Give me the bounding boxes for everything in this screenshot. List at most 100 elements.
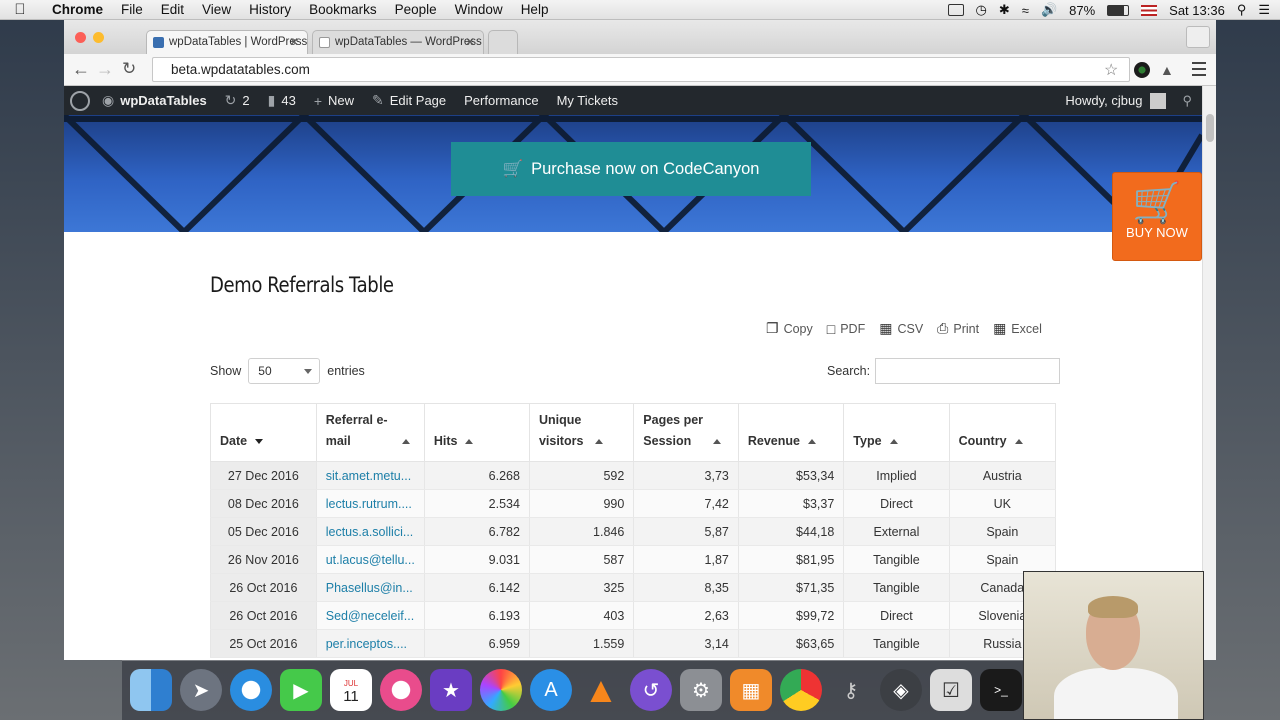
table-row[interactable]: 25 Oct 2016 per.inceptos.... 6.959 1.559 3,1… (210, 629, 1057, 658)
table-row[interactable]: 27 Dec 2016 sit.amet.metu... 6.268 592 3,73 $… (210, 461, 1057, 490)
cell-email[interactable]: lectus.rutrum.... (315, 489, 425, 518)
calculator-icon[interactable]: ▦ (730, 669, 772, 711)
flag-icon[interactable] (1141, 4, 1158, 16)
col-country[interactable]: Country (948, 403, 1057, 462)
cell-email[interactable]: ut.lacus@tellu... (315, 545, 425, 574)
bookmark-star-icon[interactable]: ☆ (1104, 60, 1118, 80)
screen-recorder-icon[interactable]: ☑ (930, 669, 972, 711)
admin-search-icon[interactable]: ⚲ (1182, 93, 1192, 109)
facetime-icon[interactable]: ▶ (280, 669, 322, 711)
keychain-icon[interactable]: ⚷ (830, 669, 872, 711)
minimize-window-button[interactable] (93, 32, 104, 43)
menu-app-name[interactable]: Chrome (52, 2, 103, 17)
launchpad-icon[interactable]: ➤ (180, 669, 222, 711)
chrome-menu-icon[interactable] (1192, 62, 1206, 76)
close-window-button[interactable] (75, 32, 86, 43)
howdy-label[interactable]: Howdy, cjbug (1065, 93, 1142, 108)
menu-edit[interactable]: Edit (161, 2, 184, 17)
extension-arrow-icon[interactable]: ▲ (1160, 62, 1176, 78)
menu-view[interactable]: View (202, 2, 231, 17)
col-revenue[interactable]: Revenue (737, 403, 845, 462)
forward-arrow-icon[interactable]: → (96, 59, 114, 80)
col-email[interactable]: Referral e-mail (315, 403, 425, 462)
entries-select[interactable]: 50 (248, 358, 321, 384)
copy-button[interactable]: ❐ Copy (766, 320, 813, 337)
back-arrow-icon[interactable]: ← (72, 59, 90, 80)
menu-people[interactable]: People (395, 2, 437, 17)
clock[interactable]: Sat 13:36 (1169, 3, 1225, 18)
system-preferences-icon[interactable]: ⚙ (680, 669, 722, 711)
col-type[interactable]: Type (843, 403, 950, 462)
page-scrollbar[interactable] (1202, 86, 1216, 660)
wifi-icon[interactable]: ≈ (1022, 3, 1029, 18)
buy-now-button[interactable]: 🛒 BUY NOW (1112, 172, 1202, 261)
chrome-icon[interactable] (780, 669, 822, 711)
battery-percent[interactable]: 87% (1069, 3, 1095, 18)
scrollbar-thumb[interactable] (1206, 114, 1214, 142)
bluetooth-icon[interactable]: ✱ (999, 2, 1010, 18)
sort-asc-icon (1014, 439, 1023, 445)
spotlight-icon[interactable]: ⚲ (1237, 2, 1247, 18)
profile-icon[interactable] (1186, 26, 1210, 48)
apple-menu-icon[interactable]:  (0, 1, 40, 18)
table-row[interactable]: 26 Nov 2016 ut.lacus@tellu... 9.031 587 1,87… (210, 545, 1057, 574)
admin-performance[interactable]: Performance (464, 93, 538, 108)
table-row[interactable]: 05 Dec 2016 lectus.a.sollici... 6.782 1.846… (210, 517, 1057, 546)
tab-inactive[interactable]: wpDataTables — WordPress ✕ (312, 30, 484, 54)
close-tab-icon[interactable]: ✕ (465, 35, 475, 49)
admin-edit-page[interactable]: ✎ Edit Page (372, 92, 446, 109)
close-tab-icon[interactable]: ✕ (289, 35, 299, 49)
time-machine-icon[interactable]: ◷ (976, 2, 987, 18)
col-pages[interactable]: Pages per Session (633, 403, 739, 462)
address-bar[interactable]: beta.wpdatatables.com (152, 57, 1130, 82)
cell-email[interactable]: lectus.a.sollici... (315, 517, 425, 546)
app-store-icon[interactable]: A (530, 669, 572, 711)
imovie-icon[interactable]: ★ (430, 669, 472, 711)
admin-comments[interactable]: ▮ 43 (268, 92, 296, 109)
menu-file[interactable]: File (121, 2, 143, 17)
table-row[interactable]: 26 Oct 2016 Sed@neceleif... 6.193 403 2,63 $9… (210, 601, 1057, 630)
cell-email[interactable]: sit.amet.metu... (315, 461, 425, 490)
torrent-icon[interactable]: ↺ (630, 669, 672, 711)
admin-new[interactable]: + New (314, 93, 354, 109)
table-row[interactable]: 26 Oct 2016 Phasellus@in... 6.142 325 8,35 $7… (210, 573, 1057, 602)
safari-icon[interactable] (230, 669, 272, 711)
menu-window[interactable]: Window (455, 2, 503, 17)
pdf-button[interactable]: □ PDF (827, 320, 865, 337)
reload-icon[interactable]: ↻ (122, 59, 136, 79)
avatar[interactable] (1150, 92, 1167, 109)
wordpress-logo-icon[interactable] (70, 90, 90, 111)
itunes-icon[interactable] (380, 669, 422, 711)
admin-site-link[interactable]: ◉ wpDataTables (102, 92, 207, 109)
admin-tickets[interactable]: My Tickets (557, 93, 618, 108)
vlc-icon[interactable]: ▲ (580, 669, 622, 711)
menu-bookmarks[interactable]: Bookmarks (309, 2, 377, 17)
admin-updates[interactable]: ↻ 2 (225, 92, 250, 109)
csv-button[interactable]: ▦ CSV (879, 320, 923, 337)
excel-button[interactable]: ▦ Excel (993, 320, 1042, 337)
print-button[interactable]: ⎙ Print (937, 320, 979, 337)
battery-icon[interactable] (1107, 4, 1130, 16)
screen-record-icon[interactable] (947, 4, 964, 16)
finder-icon[interactable] (130, 669, 172, 711)
table-row[interactable]: 08 Dec 2016 lectus.rutrum.... 2.534 990 7,42… (210, 489, 1057, 518)
col-hits[interactable]: Hits (423, 403, 530, 462)
sequel-pro-icon[interactable]: ◈ (880, 669, 922, 711)
extension-icon[interactable] (1134, 62, 1150, 78)
cell-email[interactable]: Phasellus@in... (315, 573, 425, 602)
cell-email[interactable]: per.inceptos.... (315, 629, 425, 658)
purchase-button[interactable]: 🛒 Purchase now on CodeCanyon (451, 142, 811, 196)
menu-history[interactable]: History (249, 2, 291, 17)
volume-icon[interactable]: 🔊 (1041, 2, 1057, 18)
col-date[interactable]: Date (210, 403, 317, 462)
col-unique[interactable]: Unique visitors (528, 403, 635, 462)
new-tab-button[interactable] (488, 30, 518, 54)
calendar-icon[interactable]: JUL 11 (330, 669, 372, 711)
tab-active[interactable]: wpDataTables | WordPress ✕ (146, 30, 308, 54)
search-input[interactable] (875, 358, 1061, 384)
photos-icon[interactable] (480, 669, 522, 711)
cell-email[interactable]: Sed@neceleif... (315, 601, 425, 630)
notification-center-icon[interactable]: ☰ (1258, 2, 1270, 18)
menu-help[interactable]: Help (521, 2, 549, 17)
terminal-icon[interactable]: >_ (980, 669, 1022, 711)
